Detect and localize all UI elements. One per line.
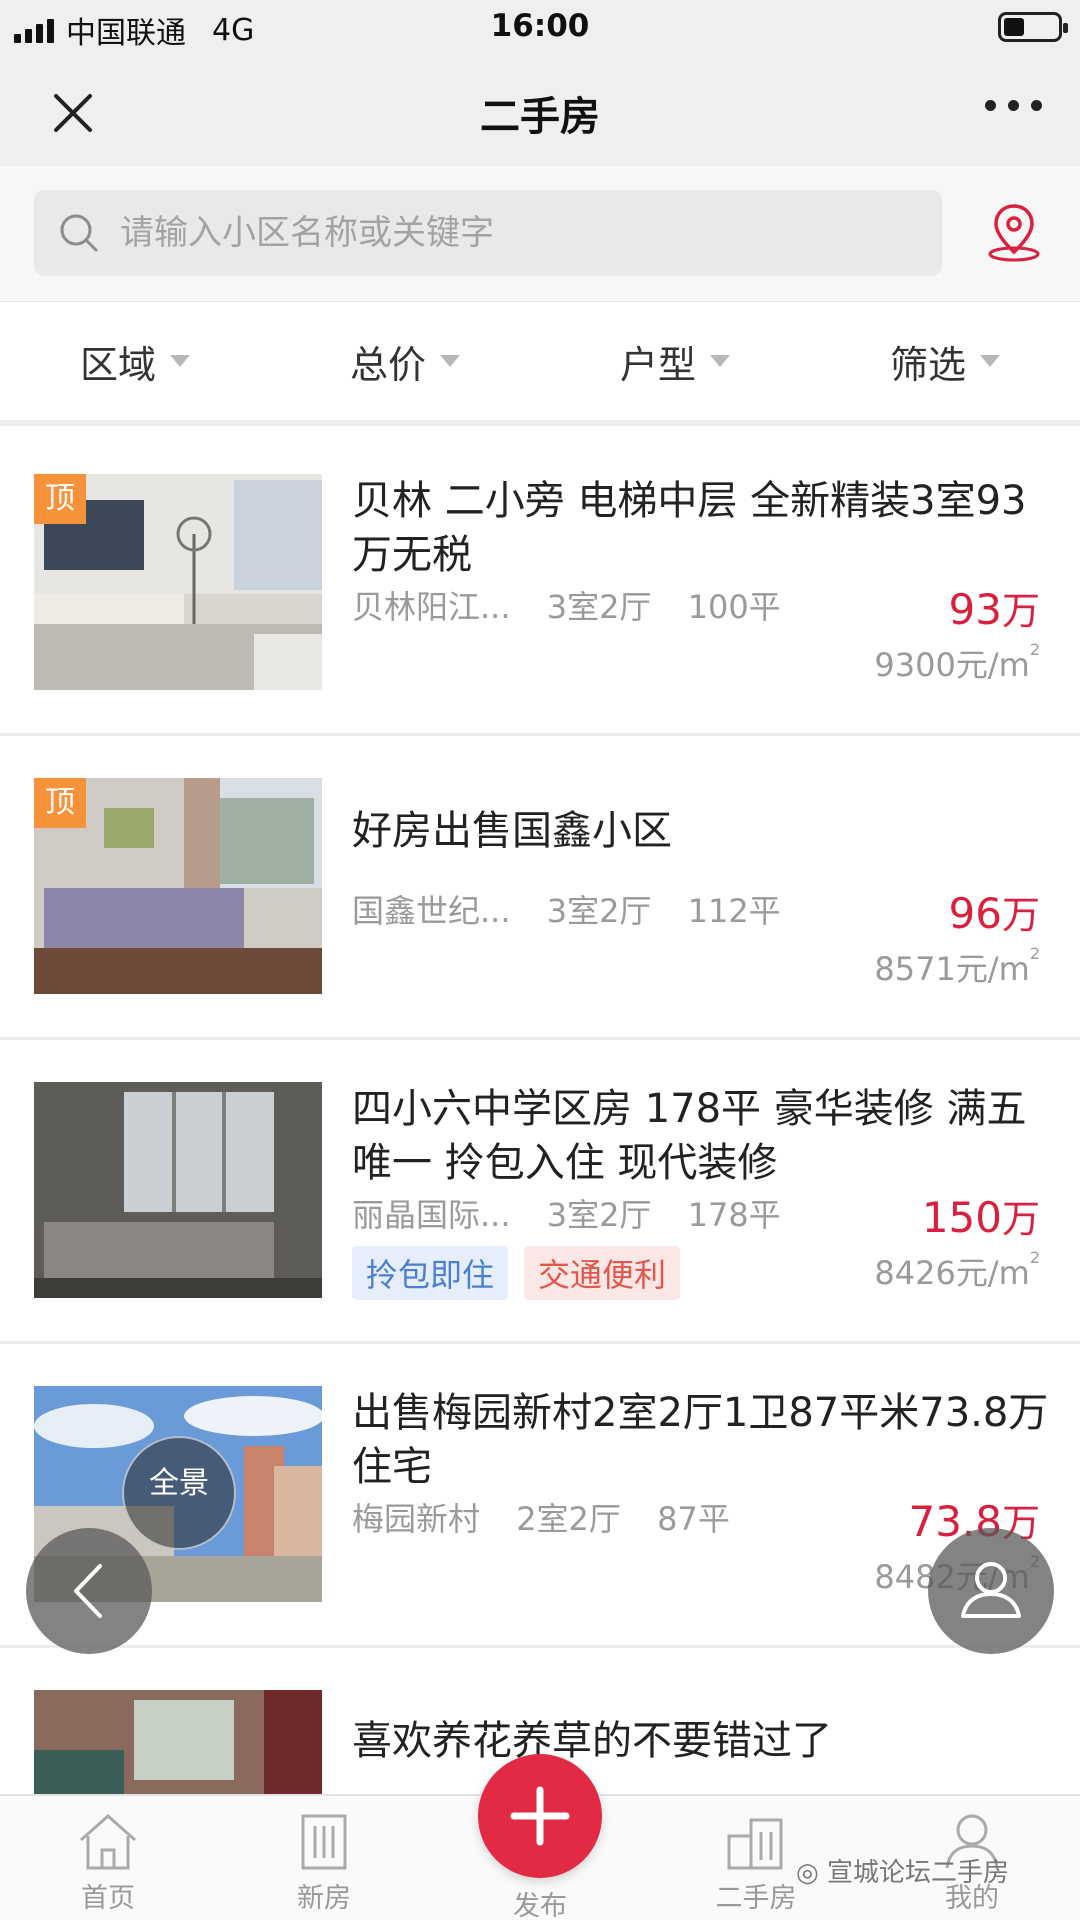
filter-area[interactable]: 区域 — [0, 302, 270, 420]
listing-community: 丽晶国际... — [352, 1196, 511, 1234]
price-unit: 万 — [1001, 1197, 1040, 1241]
listing-item[interactable]: 四小六中学区房 178平 豪华装修 满五唯一 拎包入住 现代装修 丽晶国际...… — [0, 1040, 1080, 1344]
listing-area: 112平 — [687, 892, 781, 930]
filter-more[interactable]: 筛选 — [810, 302, 1080, 420]
tag-move-in-ready: 拎包即住 — [352, 1246, 509, 1300]
search-box[interactable] — [34, 190, 942, 276]
listing-item[interactable]: 顶 贝林 二小旁 电梯中层 全新精装3室93万无税 贝林阳江... 3室2厅 1… — [0, 432, 1080, 736]
listing-meta: 丽晶国际... 3室2厅 178平 — [352, 1190, 807, 1236]
listing-unit-price: 8571元/m2 — [874, 944, 1040, 990]
page-title: 二手房 — [480, 94, 600, 140]
unit-price-sup: 2 — [1029, 640, 1040, 659]
tab-new-homes[interactable]: 新房 — [254, 1810, 394, 1915]
filter-label: 筛选 — [889, 342, 966, 387]
filter-layout[interactable]: 户型 — [540, 302, 810, 420]
listing-area: 100平 — [687, 588, 781, 626]
top-badge: 顶 — [34, 778, 86, 828]
top-badge: 顶 — [34, 474, 86, 524]
home-icon — [80, 1813, 136, 1870]
tab-label: 新房 — [297, 1883, 351, 1914]
price-value: 96 — [948, 889, 1002, 938]
dropdown-triangle-icon — [980, 355, 1000, 367]
listing-layout: 3室2厅 — [546, 892, 652, 930]
tab-label: 二手房 — [715, 1883, 797, 1914]
listing-photo — [34, 1082, 322, 1298]
listing-community: 梅园新村 — [352, 1500, 481, 1538]
tab-label: 首页 — [81, 1883, 135, 1914]
listing-item[interactable]: 全景 出售梅园新村2室2厅1卫87平米73.8万住宅 梅园新村 2室2厅 87平… — [0, 1344, 1080, 1648]
unit-price-value: 9300元/m — [874, 646, 1030, 684]
price-value: 150 — [921, 1193, 1002, 1242]
tag-convenient-transport: 交通便利 — [524, 1246, 681, 1300]
more-icon[interactable] — [985, 100, 1042, 111]
listing-tags: 拎包即住 交通便利 — [352, 1246, 681, 1300]
listing-layout: 2室2厅 — [516, 1500, 621, 1538]
listing-photo: 顶 — [34, 474, 322, 690]
listing-item[interactable]: 顶 好房出售国鑫小区 国鑫世纪... 3室2厅 112平 96万 8571元/m… — [0, 736, 1080, 1040]
filter-label: 总价 — [349, 342, 426, 387]
filter-label: 户型 — [619, 342, 696, 387]
unit-price-value: 8426元/m — [874, 1254, 1030, 1292]
publish-label: 发布 — [513, 1891, 567, 1922]
chevron-left-icon — [74, 1564, 102, 1618]
plus-icon — [510, 1786, 570, 1846]
dropdown-triangle-icon — [170, 355, 190, 367]
battery-icon — [998, 12, 1068, 42]
listing-photo: 顶 — [34, 778, 322, 994]
panorama-label: 全景 — [149, 1466, 209, 1501]
listing-title: 贝林 二小旁 电梯中层 全新精装3室93万无税 — [352, 478, 1027, 578]
search-area — [0, 166, 1080, 302]
status-bar: 中国联通 4G 16:00 — [0, 0, 1080, 54]
user-icon — [961, 1562, 1021, 1618]
price-value: 93 — [948, 585, 1002, 634]
dropdown-triangle-icon — [440, 355, 460, 367]
listing-title: 四小六中学区房 178平 豪华装修 满五唯一 拎包入住 现代装修 — [352, 1086, 1027, 1186]
listing-photo — [34, 1690, 322, 1794]
filter-price[interactable]: 总价 — [270, 302, 540, 420]
listing-title: 喜欢养花养草的不要错过了 — [352, 1718, 832, 1764]
price-unit: 万 — [1001, 893, 1040, 937]
listing-title: 好房出售国鑫小区 — [352, 808, 672, 854]
dropdown-triangle-icon — [710, 355, 730, 367]
tab-home[interactable]: 首页 — [38, 1810, 178, 1915]
location-pin-icon[interactable] — [986, 202, 1042, 262]
watermark: ◎ 宣城论坛二手房 — [796, 1852, 1009, 1889]
publish-button[interactable] — [478, 1754, 602, 1878]
unit-price-sup: 2 — [1029, 1248, 1040, 1267]
price-unit: 万 — [1001, 589, 1040, 633]
building-icon — [301, 1814, 347, 1870]
listing-unit-price: 8426元/m2 — [874, 1248, 1040, 1294]
listing-community: 国鑫世纪... — [352, 892, 511, 930]
buildings-icon — [727, 1818, 783, 1870]
unit-price-value: 8571元/m — [874, 950, 1030, 988]
search-input[interactable] — [120, 190, 920, 276]
listing-area: 178平 — [687, 1196, 781, 1234]
listing-unit-price: 9300元/m2 — [874, 640, 1040, 686]
listing-meta: 贝林阳江... 3室2厅 100平 — [352, 582, 807, 628]
listing-meta: 梅园新村 2室2厅 87平 — [352, 1494, 756, 1540]
listing-meta: 国鑫世纪... 3室2厅 112平 — [352, 886, 807, 932]
title-bar: 二手房 — [0, 54, 1080, 166]
search-icon — [60, 214, 98, 252]
listing-layout: 3室2厅 — [546, 588, 652, 626]
profile-float-button[interactable] — [928, 1528, 1054, 1654]
watermark-text: 宣城论坛二手房 — [826, 1858, 1009, 1888]
listing-price: 96万 — [949, 884, 1040, 939]
listing-title: 出售梅园新村2室2厅1卫87平米73.8万住宅 — [352, 1390, 1049, 1490]
listing-price: 93万 — [949, 580, 1040, 635]
back-float-button[interactable] — [26, 1528, 152, 1654]
unit-price-sup: 2 — [1029, 944, 1040, 963]
listing-community: 贝林阳江... — [352, 588, 511, 626]
status-time: 16:00 — [490, 8, 590, 44]
filter-bar: 区域 总价 户型 筛选 — [0, 302, 1080, 426]
listing-price: 150万 — [922, 1188, 1040, 1243]
wechat-icon: ◎ — [796, 1858, 819, 1888]
listing-layout: 3室2厅 — [546, 1196, 652, 1234]
filter-label: 区域 — [79, 342, 156, 387]
listing-area: 87平 — [657, 1500, 730, 1538]
